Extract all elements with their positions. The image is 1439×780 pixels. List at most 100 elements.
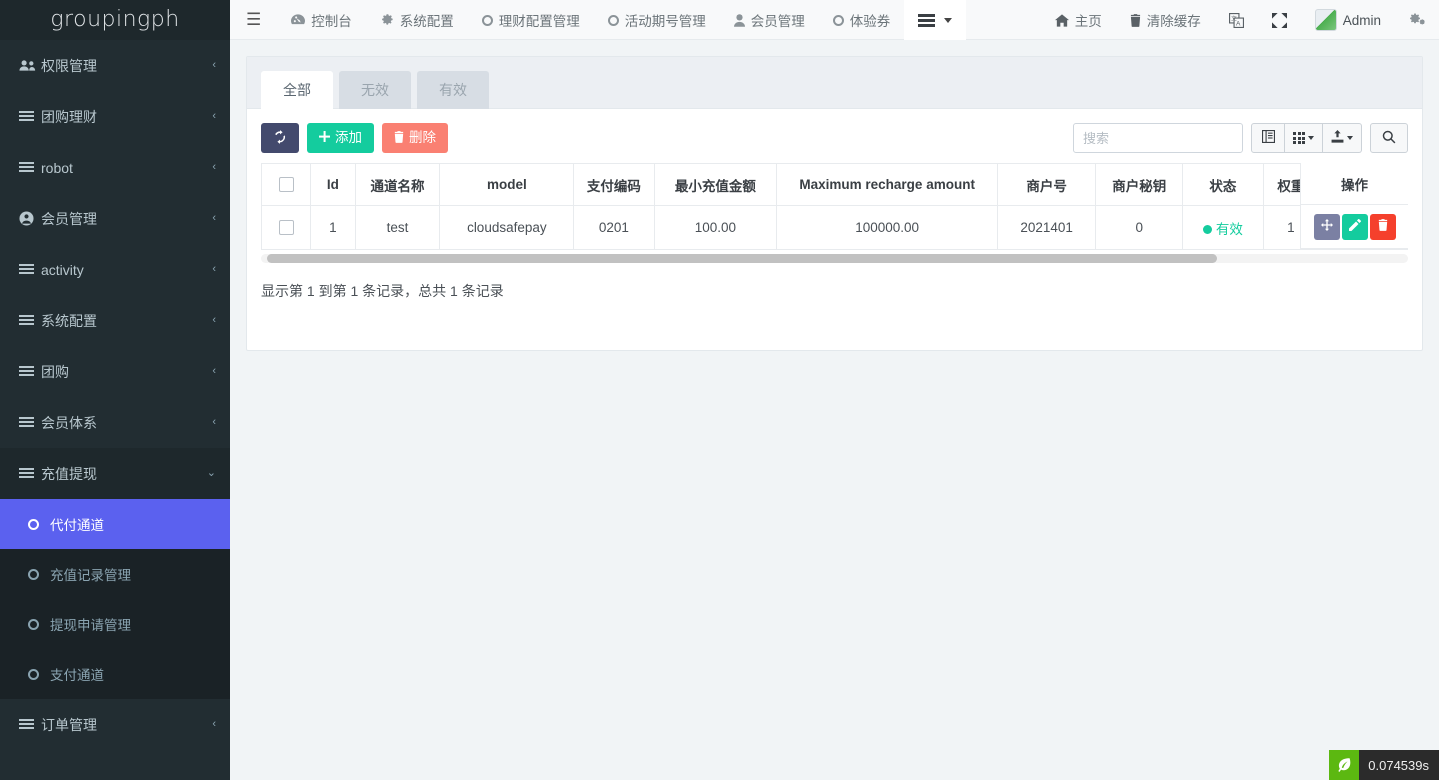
sidebar-item-payment-agency-channel[interactable]: 代付通道 [0, 499, 230, 549]
row-checkbox[interactable] [279, 220, 294, 235]
sidebar-item-label: robot [41, 160, 212, 176]
sidebar-item-groupbuy-finance[interactable]: 团购理财 ‹ [0, 91, 230, 142]
sidebar-item-label: 充值提现 [41, 464, 207, 484]
list-icon [19, 315, 41, 327]
chevron-left-icon: ‹ [212, 719, 216, 730]
list-icon [19, 264, 41, 276]
sidebar-nav: 权限管理 ‹ 团购理财 ‹ robot ‹ 会员管理 ‹ activity ‹ [0, 40, 230, 750]
sidebar-item-recharge-records[interactable]: 充值记录管理 [0, 549, 230, 599]
cell-status: 有效 [1183, 206, 1263, 250]
circle-icon [28, 569, 50, 580]
sidebar-item-withdraw-requests[interactable]: 提现申请管理 [0, 599, 230, 649]
pencil-icon [1349, 219, 1361, 234]
topnav-item-console[interactable]: 控制台 [277, 0, 366, 40]
chevron-left-icon: ‹ [212, 111, 216, 122]
topnav-settings-button[interactable] [1395, 0, 1439, 40]
cell-pay-code: 0201 [574, 206, 654, 250]
cell-id: 1 [311, 206, 356, 250]
row-delete-button[interactable] [1370, 214, 1396, 240]
sidebar-item-system-config[interactable]: 系统配置 ‹ [0, 295, 230, 346]
sidebar-item-payment-channel[interactable]: 支付通道 [0, 649, 230, 699]
add-button[interactable]: 添加 [307, 123, 374, 153]
list-icon [19, 468, 41, 480]
list-icon [19, 162, 41, 174]
tab-all[interactable]: 全部 [261, 71, 333, 109]
topnav-item-finance-config[interactable]: 理财配置管理 [468, 0, 594, 40]
chevron-left-icon: ‹ [212, 213, 216, 224]
data-table-container: Id 通道名称 model 支付编码 最小充值金额 Maximum rechar… [261, 163, 1408, 250]
topnav-fullscreen-button[interactable] [1258, 0, 1301, 40]
refresh-button[interactable] [261, 123, 299, 153]
table-row[interactable]: 1 test cloudsafepay 0201 100.00 100000.0… [262, 206, 1409, 250]
search-input[interactable] [1073, 123, 1243, 153]
table-horizontal-scrollbar[interactable] [261, 254, 1408, 263]
topnav-item-member-management[interactable]: 会员管理 [720, 0, 819, 40]
sidebar-item-permissions[interactable]: 权限管理 ‹ [0, 40, 230, 91]
column-header-actions: 操作 [1301, 163, 1408, 205]
sidebar-item-robot[interactable]: robot ‹ [0, 142, 230, 193]
circle-icon [28, 519, 50, 530]
refresh-icon [273, 130, 287, 146]
cell-min-recharge: 100.00 [654, 206, 777, 250]
sidebar-item-order-management[interactable]: 订单管理 ‹ [0, 699, 230, 750]
column-header-channel-name[interactable]: 通道名称 [355, 164, 440, 206]
sidebar-item-groupbuy[interactable]: 团购 ‹ [0, 346, 230, 397]
table-toolbar: 添加 删除 [247, 109, 1422, 163]
column-header-model[interactable]: model [440, 164, 574, 206]
brand-logo[interactable]: groupingph [0, 0, 230, 40]
delete-button[interactable]: 删除 [382, 123, 448, 153]
list-icon [19, 417, 41, 429]
table-view-buttons [1251, 123, 1362, 153]
column-header-pay-code[interactable]: 支付编码 [574, 164, 654, 206]
topnav-item-label: 清除缓存 [1147, 10, 1201, 30]
toggle-card-view-button[interactable] [1251, 123, 1285, 153]
tab-invalid[interactable]: 无效 [339, 71, 411, 109]
svg-text:文: 文 [1231, 14, 1237, 22]
circle-icon [28, 669, 50, 680]
column-header-id[interactable]: Id [311, 164, 356, 206]
sidebar-toggle-button[interactable]: ☰ [230, 0, 277, 40]
topnav-more-dropdown[interactable] [904, 0, 966, 40]
sidebar-item-activity[interactable]: activity ‹ [0, 244, 230, 295]
plus-icon [319, 131, 330, 145]
fixed-action-column: 操作 [1300, 163, 1408, 249]
move-icon [1321, 219, 1333, 234]
circle-icon [28, 619, 50, 630]
topnav-language-button[interactable]: A文 [1215, 0, 1258, 40]
edit-button[interactable] [1342, 214, 1368, 240]
column-header-max-recharge[interactable]: Maximum recharge amount [777, 164, 998, 206]
sidebar-item-label: 订单管理 [41, 715, 212, 735]
column-header-merchant-key[interactable]: 商户秘钥 [1096, 164, 1183, 206]
gear-icon [380, 13, 394, 27]
sidebar-item-label: 系统配置 [41, 311, 212, 331]
topnav-item-experience-coupon[interactable]: 体验券 [819, 0, 905, 40]
sidebar-submenu-recharge-withdraw: 代付通道 充值记录管理 提现申请管理 支付通道 [0, 499, 230, 699]
home-icon [1055, 14, 1069, 27]
scrollbar-thumb[interactable] [267, 254, 1217, 263]
cell-merchant-key: 0 [1096, 206, 1183, 250]
topnav-item-system-config[interactable]: 系统配置 [366, 0, 468, 40]
user-menu[interactable]: Admin [1301, 0, 1395, 40]
delete-button-label: 删除 [409, 131, 436, 145]
toolbar-right-group [1073, 123, 1408, 153]
topnav-item-clear-cache[interactable]: 清除缓存 [1116, 0, 1215, 40]
column-header-min-recharge[interactable]: 最小充值金额 [654, 164, 777, 206]
search-button[interactable] [1370, 123, 1408, 153]
cell-model: cloudsafepay [440, 206, 574, 250]
topnav-item-label: 体验券 [850, 10, 891, 30]
fullscreen-icon [1272, 13, 1287, 28]
export-dropdown[interactable] [1323, 123, 1362, 153]
sidebar-item-recharge-withdraw[interactable]: 充值提现 ⌄ [0, 448, 230, 499]
sidebar-item-member-management[interactable]: 会员管理 ‹ [0, 193, 230, 244]
column-header-status[interactable]: 状态 [1183, 164, 1263, 206]
tab-valid[interactable]: 有效 [417, 71, 489, 109]
column-header-merchant-no[interactable]: 商户号 [998, 164, 1096, 206]
select-all-checkbox[interactable] [279, 177, 294, 192]
sidebar-item-member-system[interactable]: 会员体系 ‹ [0, 397, 230, 448]
circle-icon [482, 15, 493, 26]
move-button[interactable] [1314, 214, 1340, 240]
topnav-item-activity-period[interactable]: 活动期号管理 [594, 0, 720, 40]
search-icon [1382, 130, 1396, 147]
column-visibility-dropdown[interactable] [1285, 123, 1323, 153]
topnav-item-home[interactable]: 主页 [1041, 0, 1116, 40]
